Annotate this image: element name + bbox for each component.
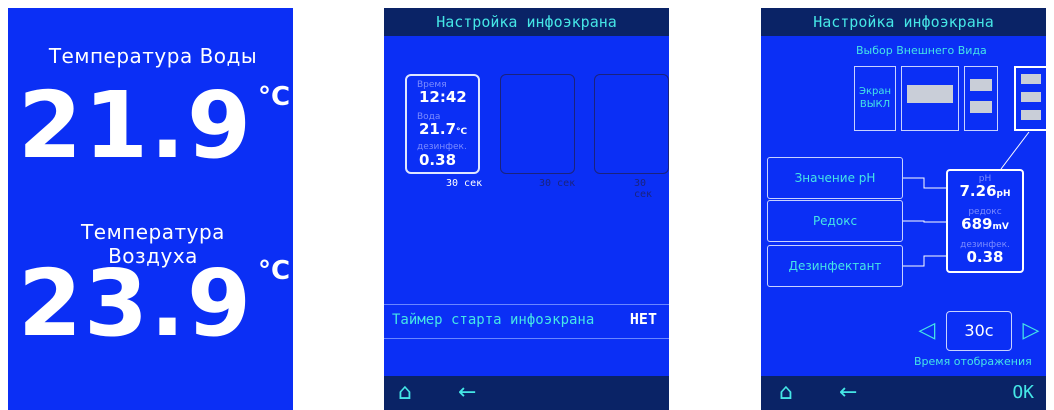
slot-time-value: 12:42 [419, 88, 467, 106]
slot-water-value: 21.7°C [419, 120, 468, 138]
layout-preview: pH 7.26pH редокс 689mV дезинфек. 0.38 [946, 169, 1024, 273]
param-redox-button[interactable]: Редокс [767, 200, 903, 242]
slot-2-duration[interactable]: 30 сек [539, 178, 575, 189]
slot-1-duration[interactable]: 30 сек [446, 178, 482, 189]
header-title: Настройка инфоэкрана [384, 8, 669, 36]
air-temperature-unit: °C [258, 256, 291, 286]
appearance-subtitle: Выбор Внешнего Вида [856, 44, 987, 57]
timer-value[interactable]: НЕТ [630, 310, 657, 328]
layout-bar [970, 79, 992, 91]
back-arrow-icon[interactable]: ← [458, 380, 476, 406]
divider [384, 304, 669, 305]
display-time-value[interactable]: 30с [946, 311, 1012, 351]
layout-double-button[interactable] [964, 66, 998, 131]
home-icon[interactable]: ⌂ [398, 380, 412, 406]
layout-triple-button[interactable] [1014, 66, 1046, 131]
param-disinfectant-button[interactable]: Дезинфектант [767, 245, 903, 287]
footer-bar: ⌂ ← ОК [761, 376, 1046, 410]
home-icon[interactable]: ⌂ [779, 380, 793, 406]
water-temperature-unit: °C [258, 82, 291, 112]
header-title: Настройка инфоэкрана [761, 8, 1046, 36]
screen-off-button[interactable]: Экран ВЫКЛ [854, 66, 896, 131]
appearance-setup-screen: Настройка инфоэкрана Выбор Внешнего Вида… [761, 8, 1046, 410]
display-time-caption: Время отображения [914, 355, 1032, 368]
layout-bar [907, 85, 953, 103]
infoscreen-slot-2[interactable] [500, 74, 575, 174]
layout-bar [970, 101, 992, 113]
param-ph-button[interactable]: Значение pH [767, 157, 903, 199]
divider [384, 338, 669, 339]
layout-bar [1021, 74, 1041, 84]
ok-button[interactable]: ОК [1012, 380, 1034, 406]
footer-bar: ⌂ ← [384, 376, 669, 410]
preview-ph-value: 7.26pH [959, 182, 1011, 200]
layout-bar [1021, 92, 1041, 102]
air-temperature-value: 23.9 [18, 250, 253, 357]
timer-label[interactable]: Таймер старта инфоэкрана [392, 312, 594, 328]
preview-redox-value: 689mV [961, 215, 1009, 233]
water-temperature-value: 21.9 [18, 72, 253, 179]
layout-single-button[interactable] [901, 66, 959, 131]
slot-disinfectant-value: 0.38 [419, 151, 457, 169]
preview-disinfectant-value: 0.38 [966, 248, 1004, 266]
slot-3-duration[interactable]: 30 сек [634, 178, 669, 200]
infoscreen-slot-3[interactable] [594, 74, 669, 174]
back-arrow-icon[interactable]: ← [839, 380, 857, 406]
infoscreen-slot-1[interactable]: Время 12:42 Вода 21.7°C дезинфек. 0.38 [405, 74, 480, 174]
layout-bar [1021, 110, 1041, 120]
water-temperature-label: Температура Воды [48, 44, 258, 68]
triangle-right-icon[interactable]: ▷ [1020, 316, 1042, 346]
triangle-left-icon[interactable]: ◁ [916, 316, 938, 346]
main-display-screen: Температура Воды 21.9 °C Температура Воз… [8, 8, 293, 410]
infoscreen-setup-screen: Настройка инфоэкрана Время 12:42 Вода 21… [384, 8, 669, 410]
